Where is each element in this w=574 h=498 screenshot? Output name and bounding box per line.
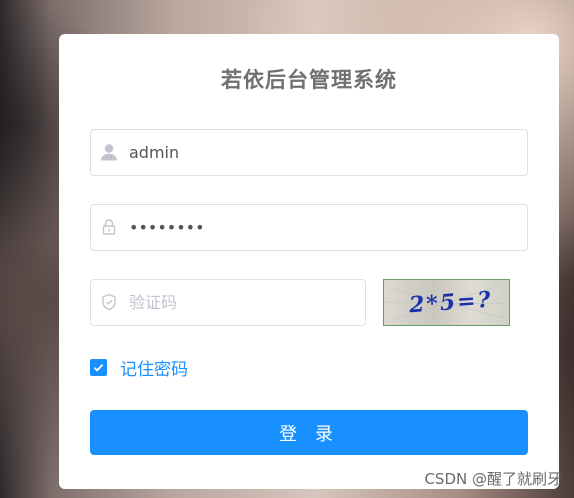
- username-input[interactable]: [129, 130, 519, 175]
- remember-password-label: 记住密码: [120, 359, 188, 380]
- username-field[interactable]: [90, 129, 528, 176]
- captcha-code: 2*5=?: [407, 287, 493, 319]
- shield-icon: [99, 292, 119, 312]
- login-card: 若依后台管理系统 2*5=? 记住密码: [59, 34, 559, 489]
- captcha-input[interactable]: [129, 280, 357, 325]
- page-title: 若依后台管理系统: [221, 68, 397, 92]
- login-button[interactable]: 登 录: [90, 410, 528, 455]
- user-icon: [99, 142, 119, 162]
- captcha-field[interactable]: [90, 279, 366, 326]
- remember-password-checkbox[interactable]: 记住密码: [90, 356, 188, 380]
- password-input[interactable]: [129, 205, 519, 250]
- checkbox-checked-icon[interactable]: [90, 358, 107, 376]
- csdn-watermark: CSDN @醒了就刷牙: [424, 470, 562, 488]
- lock-icon: [99, 217, 119, 237]
- captcha-image[interactable]: 2*5=?: [383, 279, 510, 326]
- password-field[interactable]: [90, 204, 528, 251]
